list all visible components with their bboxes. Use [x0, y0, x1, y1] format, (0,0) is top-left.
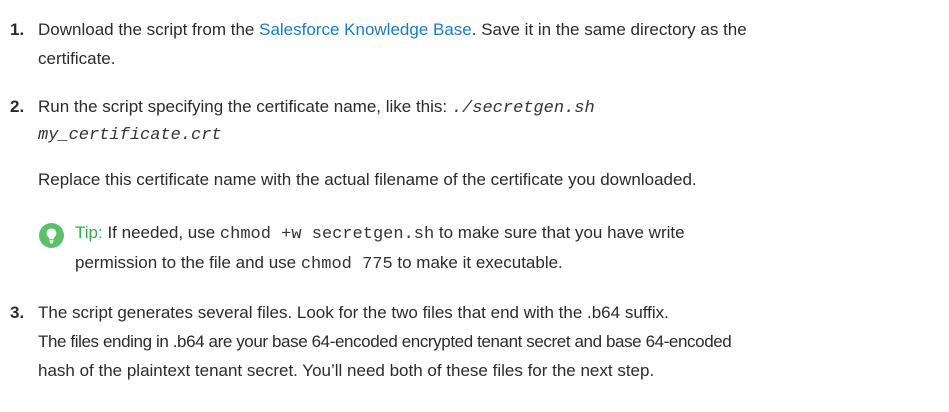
tip-text-4: to make it executable. — [392, 253, 563, 272]
step-3-line-2: The files ending in .b64 are your base 6… — [38, 332, 732, 351]
certificate-filename-code: my_certificate.crt — [38, 126, 222, 145]
step-1-line-1: Download the script from the Salesforce … — [38, 20, 747, 40]
step-3-number: 3. — [10, 303, 25, 322]
tip-label: Tip: — [75, 223, 103, 242]
tip-line-1: Tip: If needed, use chmod +w secretgen.s… — [75, 223, 685, 245]
step-2-text: Run the script specifying the certificat… — [38, 97, 452, 116]
chmod-w-code: chmod +w secretgen.sh — [219, 225, 435, 244]
tip-line-2: permission to the file and use chmod 775… — [75, 253, 563, 275]
lightbulb-icon — [39, 223, 64, 248]
step-1-number: 1. — [10, 20, 25, 39]
script-command-code: ./secretgen.sh — [451, 99, 595, 118]
step-2-note: Replace this certificate name with the a… — [38, 170, 697, 189]
step-3-line-3: hash of the plaintext tenant secret. You… — [38, 361, 655, 380]
step-3-line-1: The script generates several files. Look… — [38, 303, 669, 322]
step-2-line-1: Run the script specifying the certificat… — [38, 97, 595, 119]
chmod-775-code: chmod 775 — [300, 255, 393, 274]
tip-text-2: to make sure that you have write — [434, 223, 685, 242]
tip-text-3: permission to the file and use — [75, 253, 301, 272]
step-1-text: Download the script from the — [38, 20, 260, 39]
step-2-number: 2. — [10, 97, 25, 116]
salesforce-knowledge-base-link[interactable]: Salesforce Knowledge Base — [259, 20, 472, 39]
step-1-line-2: certificate. — [38, 49, 116, 68]
tip-text-1: If needed, use — [102, 223, 220, 242]
step-1-text-after: . Save it in the same directory as the — [471, 20, 747, 39]
